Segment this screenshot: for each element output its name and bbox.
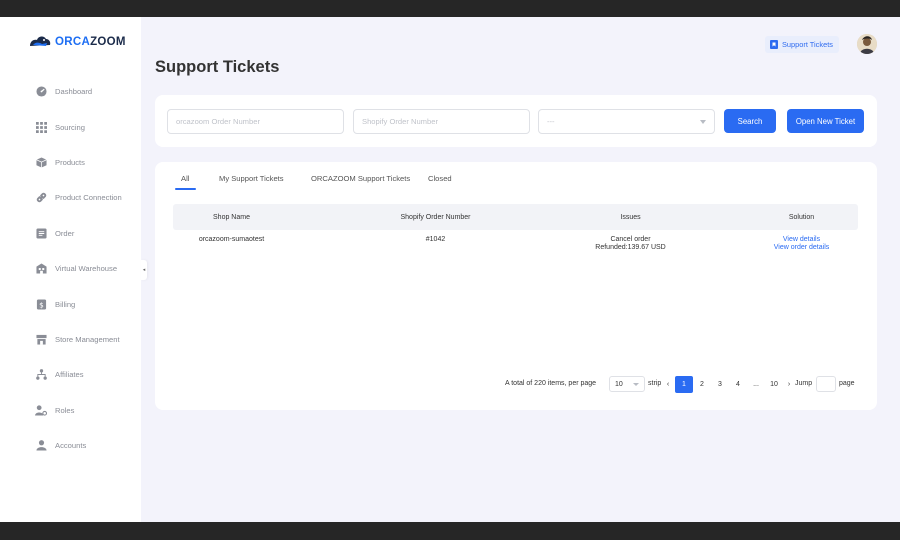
sidebar-item-label: Product Connection (55, 193, 122, 203)
sidebar-item-label: Sourcing (55, 122, 85, 132)
view-order-details-link[interactable]: View order details (774, 244, 830, 252)
pagination: A total of 220 items, per page 10 strip … (155, 376, 877, 394)
box-icon (35, 156, 47, 168)
sidebar-item-order[interactable]: Order (0, 216, 141, 251)
table-header: Shop Name Shopify Order Number Issues So… (173, 204, 858, 230)
page-button-1[interactable]: 1 (675, 376, 693, 393)
open-new-ticket-button[interactable]: Open New Ticket (787, 109, 864, 133)
bookmark-icon (770, 40, 778, 49)
avatar[interactable] (857, 34, 877, 54)
billing-icon: $ (35, 298, 47, 310)
sidebar-item-roles[interactable]: Roles (0, 393, 141, 428)
link-icon (35, 192, 47, 204)
chevron-down-icon (633, 382, 639, 386)
page-title: Support Tickets (155, 58, 280, 76)
tab-all[interactable]: All (181, 174, 189, 183)
column-header-solution: Solution (788, 213, 815, 221)
page-button-2[interactable]: 2 (693, 376, 711, 393)
search-button[interactable]: Search (724, 109, 776, 133)
sidebar-item-product-connection[interactable]: Product Connection (0, 180, 141, 215)
cell-shop-name: orcazoom-sumaotest (173, 236, 290, 244)
table-row: orcazoom-sumaotest #1042 Cancel order Re… (173, 236, 858, 260)
sidebar-item-accounts[interactable]: Accounts (0, 428, 141, 463)
grid-icon (35, 121, 47, 133)
sidebar-item-store-management[interactable]: Store Management (0, 322, 141, 357)
sidebar: ORCAZOOM Dashboard Sourcing Products Pro… (0, 17, 141, 522)
filter-panel: --- Search Open New Ticket (155, 95, 877, 147)
pagination-total-text: A total of 220 items, per page (505, 380, 597, 387)
sidebar-item-label: Roles (55, 405, 75, 415)
chevron-down-icon (700, 119, 706, 124)
sidebar-collapse-toggle[interactable]: ◂ (141, 260, 147, 280)
window-top-bar (0, 0, 900, 17)
sidebar-item-label: Accounts (55, 441, 87, 451)
ticket-type-select[interactable]: --- (538, 109, 715, 134)
tickets-panel: All My Support Tickets ORCAZOOM Support … (155, 162, 877, 410)
sidebar-item-label: Billing (55, 299, 76, 309)
sidebar-item-products[interactable]: Products (0, 145, 141, 180)
sidebar-item-label: Store Management (55, 334, 120, 344)
sidebar-item-label: Virtual Warehouse (55, 264, 118, 274)
svg-text:$: $ (39, 300, 44, 309)
sidebar-item-label: Dashboard (55, 87, 93, 97)
tab-my-support-tickets[interactable]: My Support Tickets (219, 174, 284, 183)
logo-text: ORCAZOOM (55, 36, 126, 48)
logo-text-zoom: ZOOM (90, 36, 126, 48)
sidebar-item-label: Order (55, 228, 75, 238)
sidebar-item-sourcing[interactable]: Sourcing (0, 109, 141, 144)
cell-shopify-order-number: #1042 (348, 236, 523, 244)
sidebar-item-billing[interactable]: $ Billing (0, 286, 141, 321)
ticket-type-select-value: --- (547, 117, 555, 126)
column-header-shopify-order-number: Shopify Order Number (400, 213, 471, 221)
tab-orcazoom-support-tickets[interactable]: ORCAZOOM Support Tickets (311, 174, 410, 183)
view-details-link[interactable]: View details (783, 236, 820, 244)
order-number-input[interactable] (167, 109, 344, 134)
page-button-4[interactable]: 4 (729, 376, 747, 393)
page-button-3[interactable]: 3 (711, 376, 729, 393)
support-tickets-link-label: Support Tickets (782, 40, 833, 49)
order-list-icon (35, 227, 47, 239)
sidebar-nav: Dashboard Sourcing Products Product Conn… (0, 74, 141, 463)
column-header-issues: Issues (620, 213, 641, 221)
account-icon (35, 440, 47, 452)
shop-name-text: orcazoom-sumaotest (198, 236, 265, 243)
cell-solution: View details View order details (743, 236, 860, 253)
affiliates-icon (35, 369, 47, 381)
roles-icon (35, 404, 47, 416)
logo-text-orca: ORCA (55, 36, 91, 48)
jump-page-input[interactable] (816, 376, 836, 392)
issue-type-text: Cancel order (610, 236, 651, 243)
sidebar-item-dashboard[interactable]: Dashboard (0, 74, 141, 109)
active-tab-indicator (175, 188, 196, 190)
dashboard-icon (35, 86, 47, 98)
shopify-order-number-input[interactable] (353, 109, 530, 134)
sidebar-item-label: Products (55, 157, 85, 167)
shopify-order-number-text: #1042 (425, 236, 446, 243)
sidebar-item-label: Affiliates (55, 370, 84, 380)
support-tickets-link[interactable]: Support Tickets (765, 36, 839, 53)
page-ellipsis[interactable]: ... (747, 376, 765, 393)
app-container: ORCAZOOM Dashboard Sourcing Products Pro… (0, 17, 900, 522)
per-page-value: 10 (615, 380, 623, 388)
window-bottom-bar (0, 522, 900, 540)
jump-label: Jump (795, 380, 813, 387)
store-icon (35, 333, 47, 345)
warehouse-icon (35, 263, 47, 275)
column-header-shop-name: Shop Name (213, 213, 250, 221)
page-label: page (839, 380, 855, 387)
main-content: Support Tickets Support Tickets --- Sear… (141, 17, 900, 522)
orca-logo-icon (30, 36, 51, 46)
sidebar-item-affiliates[interactable]: Affiliates (0, 357, 141, 392)
sidebar-item-virtual-warehouse[interactable]: Virtual Warehouse (0, 251, 141, 286)
issue-refund-text: Refunded:139.67 USD (595, 244, 666, 252)
cell-issues: Cancel order Refunded:139.67 USD (573, 236, 688, 253)
per-page-select[interactable]: 10 (609, 376, 645, 392)
logo[interactable]: ORCAZOOM (28, 34, 126, 50)
tab-closed[interactable]: Closed (428, 174, 452, 183)
